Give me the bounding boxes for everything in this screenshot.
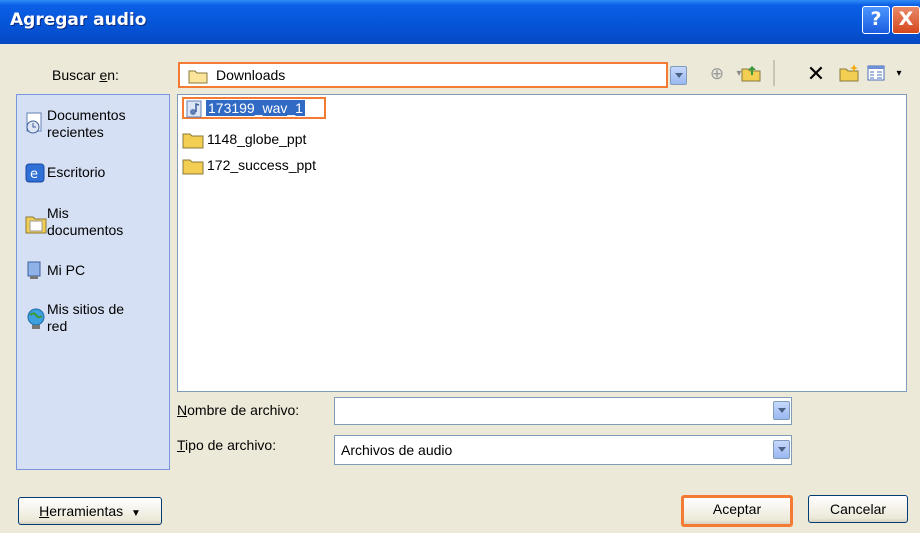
look-in-label-text-end: n: — [107, 67, 119, 83]
back-arrow-icon[interactable]: ⊕ — [706, 64, 728, 84]
look-in-value: Downloads — [216, 67, 286, 83]
file-type-label: Tipo de archivo: — [177, 437, 276, 453]
tools-button-accel: H — [39, 503, 50, 519]
place-desktop-label: Escritorio — [47, 164, 106, 180]
look-in-dropdown-arrow[interactable] — [670, 66, 687, 85]
file-type-select[interactable]: Archivos de audio — [334, 435, 792, 465]
file-item-name: 173199_wav_1 — [206, 100, 305, 116]
up-folder-icon[interactable] — [740, 64, 762, 87]
look-in-dropdown[interactable]: Downloads — [178, 62, 668, 88]
file-name-label-accel: N — [177, 402, 188, 418]
views-dropdown-arrow-icon[interactable]: ▾ — [888, 64, 910, 84]
folder-icon — [188, 70, 208, 84]
tools-dropdown-arrow-icon: ▼ — [131, 508, 141, 519]
place-my-documents-label: Mis documentos — [47, 205, 124, 238]
accept-button[interactable]: Aceptar — [681, 495, 793, 527]
file-item-name: 1148_globe_ppt — [207, 131, 307, 147]
file-type-label-accel: T — [177, 437, 186, 453]
place-network-places-label: Mis sitios de red — [47, 301, 125, 334]
network-places-icon — [27, 308, 45, 329]
svg-text:e: e — [30, 167, 38, 182]
help-button[interactable]: ? — [862, 6, 890, 34]
folder-icon — [182, 133, 204, 149]
places-bar: Documentos recientes e Escritorio Mis do… — [16, 94, 170, 470]
file-type-value: Archivos de audio — [341, 442, 453, 458]
tools-button-label: erramientas — [49, 503, 124, 519]
views-menu-icon[interactable] — [866, 64, 888, 87]
new-folder-icon[interactable] — [838, 64, 860, 87]
place-my-computer-label: Mi PC — [47, 262, 86, 278]
close-button[interactable]: X — [892, 6, 920, 34]
toolbar-separator — [773, 60, 775, 86]
desktop-icon: e — [25, 163, 45, 183]
look-in-label-text: Buscar — [52, 67, 100, 83]
recent-documents-icon — [26, 112, 42, 134]
audio-file-icon — [186, 100, 202, 118]
my-documents-icon — [25, 216, 47, 234]
file-item-name: 172_success_ppt — [207, 157, 316, 173]
file-item-folder[interactable]: 1148_globe_ppt — [182, 129, 342, 151]
file-type-label-text: ipo de archivo: — [185, 437, 277, 453]
cancel-button[interactable]: Cancelar — [808, 495, 908, 523]
file-name-input[interactable] — [334, 397, 792, 425]
look-in-label: Buscar en: — [52, 67, 119, 83]
file-item-selected[interactable]: 173199_wav_1 — [182, 97, 326, 119]
title-bar: Agregar audio ? X — [0, 0, 920, 44]
file-name-label-text: ombre de archivo: — [187, 402, 300, 418]
folder-icon — [182, 159, 204, 175]
file-list[interactable]: 173199_wav_1 1148_globe_ppt 172_success_… — [177, 94, 907, 392]
place-recent-documents-label: Documentos recientes — [47, 107, 126, 140]
file-name-label: Nombre de archivo: — [177, 402, 299, 418]
tools-button[interactable]: Herramientas ▼ — [18, 497, 162, 525]
delete-icon[interactable]: ✕ — [805, 63, 827, 85]
window-title: Agregar audio — [10, 10, 147, 30]
file-item-folder[interactable]: 172_success_ppt — [182, 155, 352, 177]
file-type-dropdown-arrow[interactable] — [773, 440, 790, 459]
file-name-dropdown-arrow[interactable] — [773, 401, 790, 420]
my-computer-icon — [27, 261, 41, 279]
